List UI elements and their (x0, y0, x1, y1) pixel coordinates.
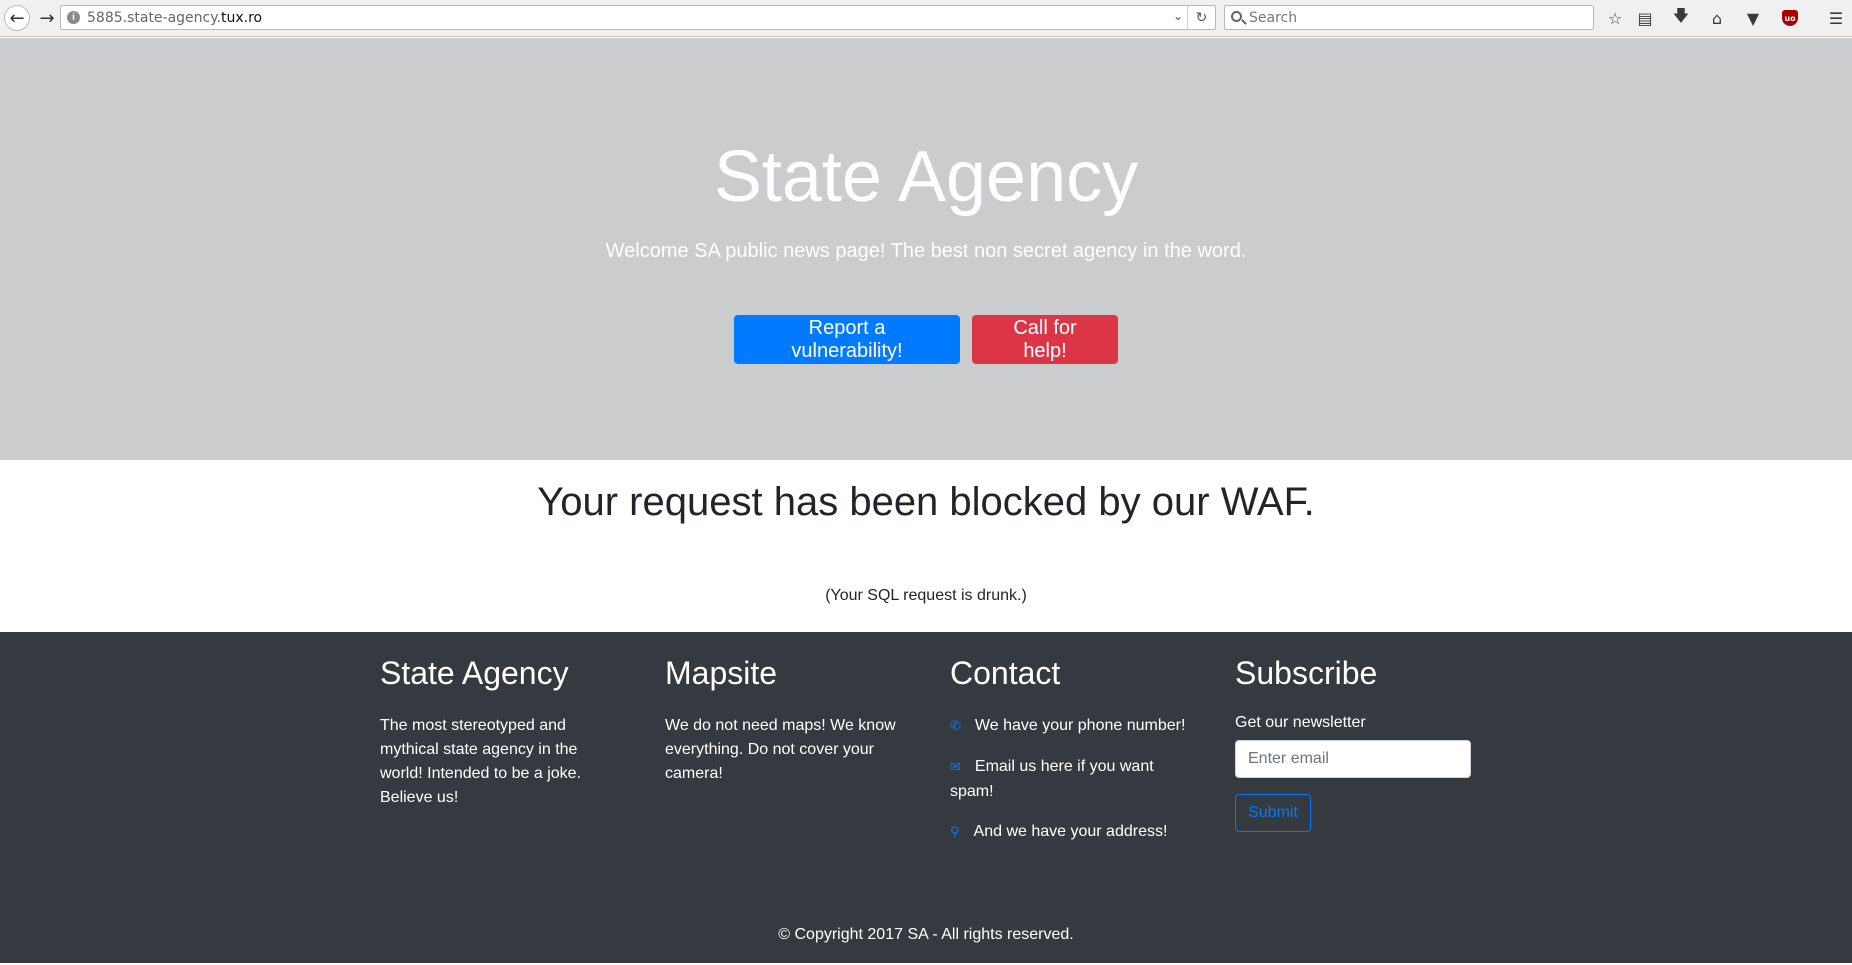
browser-toolbar: ← → i 5885.state-agency.tux.ro ⌄ ↻ Searc… (0, 0, 1852, 37)
address-bar[interactable]: i 5885.state-agency.tux.ro ⌄ ↻ (60, 5, 1216, 30)
phone-icon: ✆ (950, 719, 961, 735)
reload-icon[interactable]: ↻ (1187, 6, 1215, 29)
footer-subscribe: Subscribe Get our newsletter Submit (1235, 654, 1475, 833)
search-icon (1231, 11, 1242, 22)
map-marker-icon: ⚲ (950, 825, 960, 841)
footer-about-title: State Agency (380, 655, 569, 691)
copyright-text: © Copyright 2017 SA - All rights reserve… (778, 926, 1074, 943)
url-text: 5885.state-agency.tux.ro (87, 10, 263, 26)
forward-arrow-icon[interactable]: → (34, 5, 60, 31)
footer-mapsite-text: We do not need maps! We know everything.… (665, 717, 896, 783)
home-icon[interactable]: ⌂ (1705, 6, 1729, 30)
hero-title: State Agency (713, 137, 1139, 217)
download-icon[interactable]: 🡇 (1669, 6, 1693, 30)
footer-contact-title: Contact (950, 655, 1061, 691)
contact-phone: ✆ We have your phone number! (950, 717, 1186, 735)
envelope-icon: ✉ (950, 760, 961, 776)
search-placeholder: Search (1249, 10, 1298, 26)
hero-buttons: Report a vulnerability! Call for help! (0, 315, 1852, 364)
email-field[interactable] (1235, 740, 1471, 779)
search-input[interactable]: Search (1224, 5, 1594, 30)
waf-message: Your request has been blocked by our WAF… (0, 460, 1852, 632)
footer-about: State Agency The most stereotyped and my… (380, 654, 620, 810)
report-vulnerability-button[interactable]: Report a vulnerability! (734, 315, 960, 364)
footer-subscribe-title: Subscribe (1235, 655, 1378, 691)
newsletter-label: Get our newsletter (1235, 714, 1366, 732)
footer-mapsite: Mapsite We do not need maps! We know eve… (665, 654, 905, 786)
hero-lead: Welcome SA public news page! The best no… (605, 240, 1247, 262)
footer-about-text: The most stereotyped and mythical state … (380, 717, 582, 807)
contact-address: ⚲ And we have your address! (950, 823, 1168, 841)
back-arrow-icon[interactable]: ← (4, 5, 30, 31)
blocked-title: Your request has been blocked by our WAF… (537, 480, 1315, 524)
chevron-down-icon[interactable]: ⌄ (1173, 9, 1183, 23)
site-info-icon[interactable]: i (67, 11, 80, 24)
ublock-shield-icon[interactable]: uo (1778, 6, 1802, 30)
footer: State Agency The most stereotyped and my… (0, 632, 1852, 963)
hamburger-menu-icon[interactable]: ☰ (1824, 6, 1848, 30)
footer-mapsite-title: Mapsite (665, 655, 778, 691)
pocket-icon[interactable]: ▼ (1741, 6, 1765, 30)
blocked-subtitle: (Your SQL request is drunk.) (825, 587, 1027, 604)
hero-jumbotron: State Agency Welcome SA public news page… (0, 38, 1852, 460)
contact-email: ✉ Email us here if you want spam! (950, 758, 1154, 801)
reading-list-icon[interactable]: ▤ (1633, 6, 1657, 30)
bookmark-star-icon[interactable]: ☆ (1603, 6, 1627, 30)
submit-button[interactable]: Submit (1235, 794, 1311, 833)
footer-contact: Contact ✆ We have your phone number! ✉ Ema… (950, 654, 1190, 861)
call-for-help-button[interactable]: Call for help! (972, 315, 1118, 364)
